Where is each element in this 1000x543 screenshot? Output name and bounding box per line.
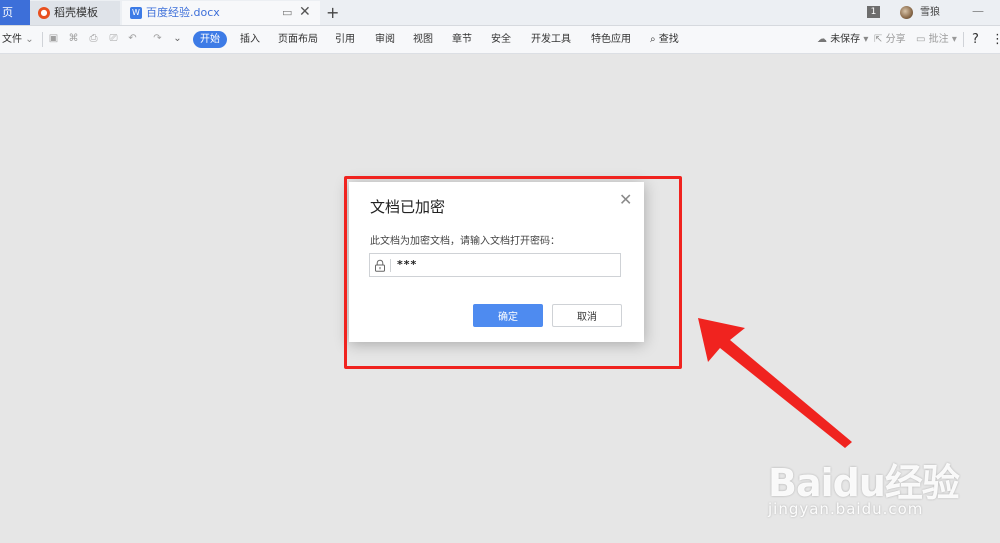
tab-bar: 页 ● 稻壳模板 W 百度经验.docx ▭ ✕ + 1 雪狼 — [0,0,1000,26]
tab-special-apps[interactable]: 特色应用 [591,26,631,53]
user-avatar[interactable] [900,6,913,19]
word-doc-icon: W [130,7,142,19]
help-icon[interactable]: ? [972,26,979,53]
tab-page-layout[interactable]: 页面布局 [278,26,318,53]
tab-start[interactable]: 开始 [193,31,227,48]
chevron-down-icon: ⌄ [25,34,34,45]
minimize-icon[interactable]: — [972,0,984,22]
toolbar-divider [963,32,964,47]
tab-daoke-label: 稻壳模板 [54,6,98,19]
tab-home[interactable]: 页 [0,0,30,25]
file-menu[interactable]: 文件 ⌄ [2,26,34,53]
user-name[interactable]: 雪狼 [920,0,940,25]
close-icon[interactable]: ✕ [619,190,632,209]
share-icon: ⇱ [874,34,883,45]
more-options-icon[interactable]: ⋮ [991,26,1000,53]
watermark-brand: Baidu经验 [768,461,960,505]
chevron-down-icon: ▾ [951,34,957,45]
comment-label: 批注 [928,34,949,45]
toolbar-divider [42,32,43,47]
tab-document-label: 百度经验.docx [146,6,220,19]
search-icon: ⌕ [650,34,656,45]
share-label: 分享 [885,34,906,45]
lock-icon [375,259,385,272]
password-value: *** [397,258,418,271]
ok-button[interactable]: 确定 [473,304,543,327]
quick-access-more-icon[interactable]: ⌄ [172,33,183,44]
daoke-flame-icon: ● [38,7,50,19]
undo-icon[interactable]: ↶ [127,33,138,44]
dialog-title: 文档已加密 [370,198,446,216]
tab-developer[interactable]: 开发工具 [531,26,571,53]
share-button[interactable]: ⇱ 分享 [874,26,906,53]
password-input[interactable]: *** [369,253,621,277]
save-status-label: 未保存 [830,34,861,45]
cancel-button[interactable]: 取消 [552,304,622,327]
comment-icon: ▭ [916,34,926,45]
tab-insert[interactable]: 插入 [240,26,260,53]
save-icon[interactable]: ▣ [48,33,59,44]
tab-chapter[interactable]: 章节 [452,26,472,53]
comment-button[interactable]: ▭ 批注 ▾ [916,26,957,53]
input-divider [390,259,391,272]
search-button[interactable]: ⌕ 查找 [650,26,679,53]
print-icon[interactable]: ⎙ [88,33,99,44]
tab-review[interactable]: 审阅 [375,26,395,53]
tab-security[interactable]: 安全 [491,26,511,53]
save-status-button[interactable]: ☁ 未保存 ▾ [817,26,868,53]
new-tab-button[interactable]: + [326,0,339,25]
cloud-icon: ☁ [817,34,827,45]
tab-document[interactable]: W 百度经验.docx ▭ ✕ [122,1,320,25]
tab-view[interactable]: 视图 [413,26,433,53]
ribbon-toolbar: 文件 ⌄ ▣ ⌘ ⎙ ⎚ ↶ ↷ ⌄ 开始 插入 页面布局 引用 审阅 视图 章… [0,26,1000,54]
watermark-url: jingyan.baidu.com [768,500,924,518]
close-tab-icon[interactable]: ✕ [299,0,311,24]
annotation-arrow-icon [698,318,852,448]
search-label: 查找 [658,34,679,45]
format-painter-icon[interactable]: ⌘ [68,33,79,44]
window-count-badge[interactable]: 1 [867,6,880,18]
encrypted-document-dialog: 文档已加密 ✕ 此文档为加密文档，请输入文档打开密码： *** 确定 取消 [349,182,644,342]
redo-icon[interactable]: ↷ [152,33,163,44]
tab-references[interactable]: 引用 [335,26,355,53]
tab-daoke-templates[interactable]: ● 稻壳模板 [30,1,120,25]
baidu-watermark: Baidu经验 jingyan.baidu.com [768,452,960,518]
print-preview-icon[interactable]: ⎚ [108,33,119,44]
dialog-prompt: 此文档为加密文档，请输入文档打开密码： [370,236,560,247]
file-menu-label: 文件 [2,34,22,45]
chevron-down-icon: ▾ [863,34,869,45]
pin-icon[interactable]: ▭ [282,1,292,25]
